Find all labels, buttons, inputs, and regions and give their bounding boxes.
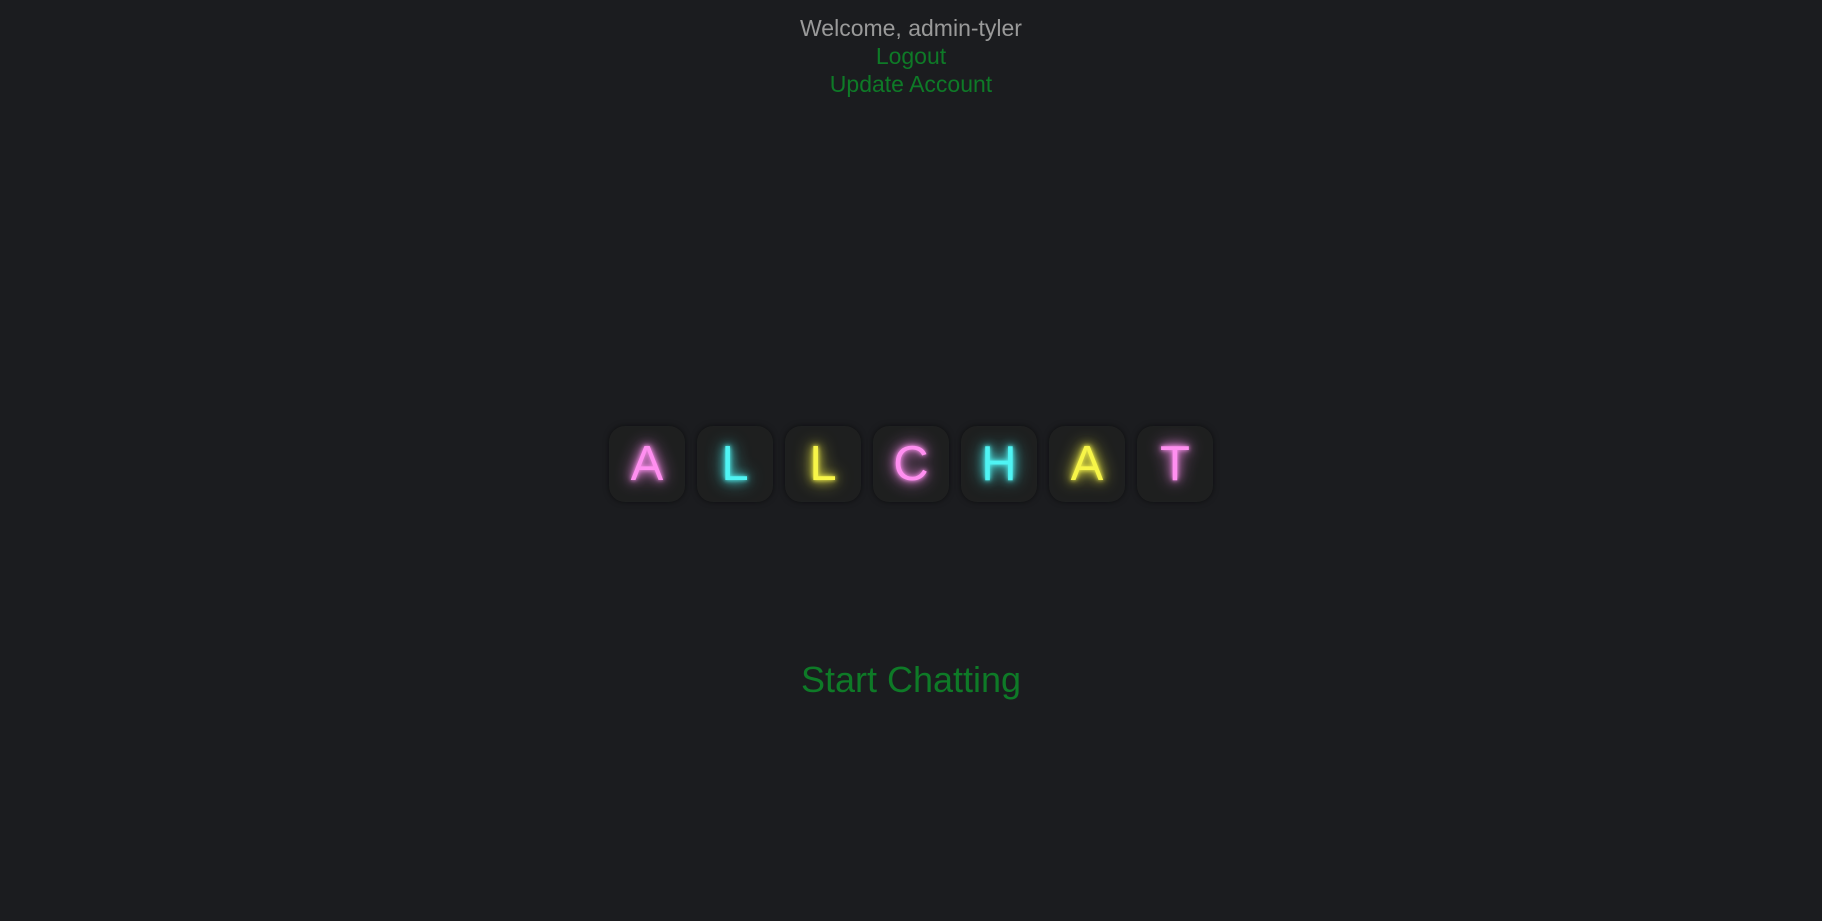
welcome-text: Welcome, admin-tyler [800,15,1022,41]
header: Welcome, admin-tyler Logout Update Accou… [0,14,1822,98]
logo-letter: L [809,437,837,491]
allchat-logo: A L L C H A T [0,426,1822,502]
update-account-link[interactable]: Update Account [830,70,992,98]
logo-tile: L [785,426,861,502]
logo-tile: T [1137,426,1213,502]
start-section: Start Chatting [0,658,1822,702]
start-chatting-link[interactable]: Start Chatting [801,659,1021,700]
logo-tile: A [609,426,685,502]
logo-letter: A [630,437,664,491]
logo-letter: H [981,437,1017,491]
logo-letter: C [893,437,929,491]
logo-tile: C [873,426,949,502]
logout-link[interactable]: Logout [876,42,946,70]
logo-letter: A [1070,437,1104,491]
logo-tile: H [961,426,1037,502]
logo-letter: T [1160,437,1190,491]
page: Welcome, admin-tyler Logout Update Accou… [0,0,1822,921]
logo-letter: L [721,437,749,491]
logo-tile: L [697,426,773,502]
logo-tile: A [1049,426,1125,502]
